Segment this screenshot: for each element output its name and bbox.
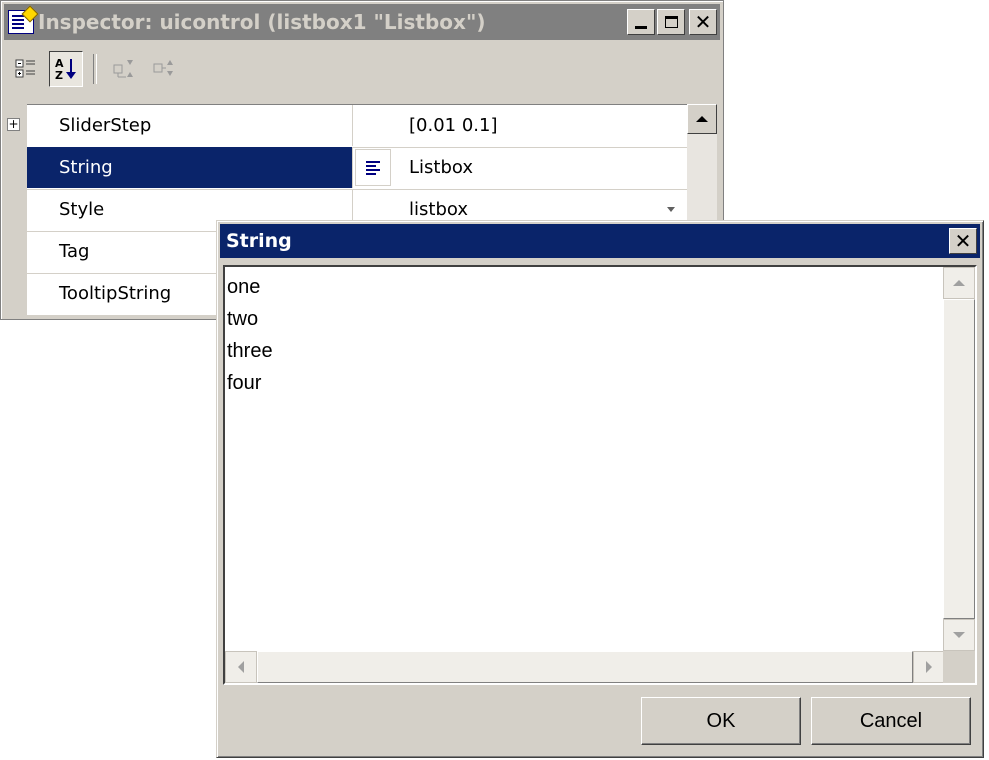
arrow-right-icon — [926, 661, 932, 673]
collapse-all-icon — [153, 60, 173, 76]
arrow-down-icon — [953, 632, 965, 638]
arrow-up-icon — [696, 116, 708, 122]
expand-icon[interactable]: + — [7, 118, 20, 131]
expand-all-icon — [113, 60, 133, 78]
property-value[interactable]: [0.01 0.1] — [409, 105, 497, 146]
scroll-up-button[interactable] — [687, 104, 717, 134]
dropdown-arrow-icon[interactable] — [667, 207, 675, 212]
edit-text-button[interactable] — [355, 149, 391, 186]
inspector-toolbar: A Z — [9, 47, 181, 91]
alphabetical-view-button[interactable]: A Z — [49, 51, 83, 87]
dialog-titlebar[interactable]: String ✕ — [220, 224, 980, 258]
property-row-string[interactable]: String Listbox — [27, 147, 687, 190]
text-lines-icon — [366, 160, 380, 175]
string-text-area[interactable]: one two three four — [223, 265, 977, 685]
dialog-close-button[interactable]: ✕ — [949, 228, 977, 254]
close-icon: ✕ — [694, 10, 712, 34]
scroll-up-button[interactable] — [943, 267, 975, 299]
toolbar-separator — [93, 54, 97, 84]
property-value[interactable]: Listbox — [409, 147, 473, 188]
maximize-icon — [664, 16, 678, 28]
scroll-down-button[interactable] — [943, 619, 975, 651]
property-name: SliderStep — [27, 105, 353, 146]
property-name: String — [27, 147, 353, 188]
text-vertical-scrollbar[interactable] — [943, 267, 975, 651]
text-line: two — [227, 308, 259, 330]
ok-button[interactable]: OK — [641, 697, 801, 745]
arrow-up-icon — [953, 280, 965, 286]
scroll-right-button[interactable] — [913, 651, 945, 683]
scroll-thumb[interactable] — [943, 299, 975, 619]
inspector-titlebar[interactable]: Inspector: uicontrol (listbox1 "Listbox"… — [4, 4, 720, 40]
property-row-sliderstep[interactable]: + SliderStep [0.01 0.1] — [7, 105, 687, 148]
inspector-title: Inspector: uicontrol (listbox1 "Listbox"… — [38, 10, 486, 34]
sort-alphabetical-icon: A Z — [55, 57, 76, 82]
minimize-icon — [635, 25, 647, 29]
text-content[interactable]: one two three four — [227, 271, 273, 399]
scroll-left-button[interactable] — [225, 651, 257, 683]
window-controls: ✕ — [627, 9, 717, 35]
svg-text:Z: Z — [55, 69, 63, 82]
categorized-icon — [15, 59, 35, 78]
text-line: one — [227, 276, 261, 298]
expand-all-button[interactable] — [107, 51, 141, 87]
scroll-thumb[interactable] — [257, 651, 913, 683]
close-button[interactable]: ✕ — [689, 9, 717, 35]
collapse-all-button[interactable] — [147, 51, 181, 87]
inspector-app-icon — [8, 10, 34, 34]
arrow-left-icon — [238, 661, 244, 673]
cancel-button[interactable]: Cancel — [811, 697, 971, 745]
minimize-button[interactable] — [627, 9, 655, 35]
close-icon: ✕ — [954, 229, 972, 253]
text-line: three — [227, 340, 273, 362]
categorized-view-button[interactable] — [9, 51, 43, 87]
scrollbar-corner — [943, 651, 975, 683]
text-horizontal-scrollbar[interactable] — [225, 651, 945, 683]
string-dialog: String ✕ one two three four OK Cancel — [216, 220, 984, 758]
maximize-button[interactable] — [657, 9, 685, 35]
text-line: four — [227, 372, 262, 394]
dialog-title: String — [226, 230, 292, 252]
